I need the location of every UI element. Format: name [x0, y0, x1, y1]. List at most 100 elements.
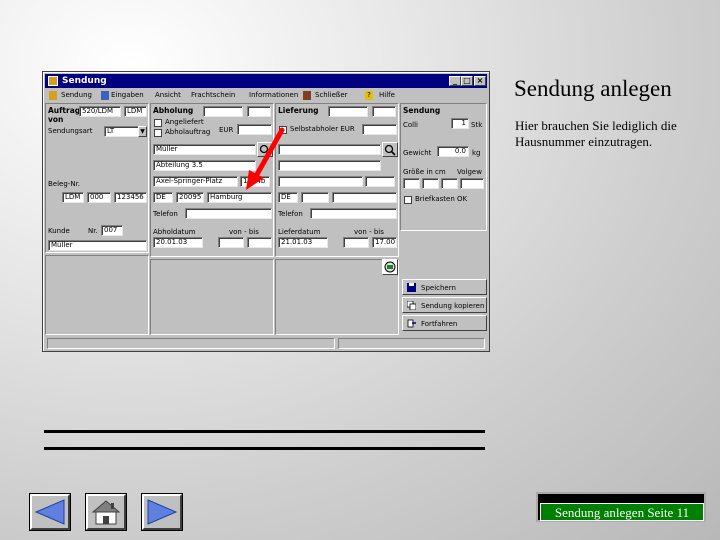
copy-icon [407, 301, 416, 310]
beleg-mid-field[interactable]: 000 [87, 192, 111, 203]
auftrag-panel: Auftrag von 520/LDM LDM Sendungsart LT ▼… [45, 103, 149, 253]
lieferung-eur-field[interactable] [362, 124, 397, 135]
sendung-kopieren-button[interactable]: Sendung kopieren [402, 297, 487, 313]
window-titlebar[interactable]: Sendung _ □ × [45, 74, 487, 88]
abholung-telefon-label: Telefon [153, 210, 178, 218]
lieferung-telefon-label: Telefon [278, 210, 303, 218]
lieferung-house-number-field[interactable] [365, 176, 395, 187]
lieferung-name-field[interactable] [278, 144, 381, 155]
home-icon [91, 500, 121, 525]
minimize-button[interactable]: _ [449, 76, 461, 86]
maximize-button[interactable]: □ [461, 76, 473, 86]
sendung-label: Sendung [403, 106, 441, 115]
separator-line [44, 430, 485, 433]
back-button[interactable] [29, 493, 71, 531]
lieferung-street-field[interactable] [278, 176, 363, 187]
slide-title: Sendung anlegen [514, 76, 672, 101]
colli-field[interactable]: 1 [451, 118, 469, 129]
print-button[interactable] [382, 259, 398, 275]
lieferung-search-button[interactable] [382, 142, 398, 157]
lieferung-telefon-field[interactable] [310, 208, 397, 219]
gewicht-field[interactable]: 0.0 [437, 146, 469, 157]
briefkasten-label: Briefkasten OK [415, 195, 468, 203]
angeliefert-label: Angeliefert [165, 118, 204, 126]
abholung-street-field[interactable]: Axel-Springer-Platz [153, 176, 238, 187]
sendungsart-select[interactable]: LT [104, 126, 139, 137]
abholung-von-bis-label: von - bis [229, 228, 259, 236]
kunde-nr-field[interactable]: 007 [101, 225, 123, 236]
abholauftrag-checkbox[interactable] [154, 129, 162, 137]
menu-schliesser[interactable]: Schließer [315, 89, 348, 102]
sendung-panel: Sendung Colli 1 Stk Gewicht 0.0 kg Größe… [400, 103, 487, 231]
arrow-right-icon [147, 499, 178, 525]
fortfahren-button[interactable]: Fortfahren [402, 315, 487, 331]
auftrag-code-field[interactable]: LDM [124, 106, 147, 117]
lieferung-von-field[interactable] [343, 237, 369, 248]
lieferung-label: Lieferung [278, 106, 319, 115]
menu-informationen[interactable]: Informationen [249, 89, 298, 102]
magnifier-icon [384, 144, 396, 156]
gewicht-label: Gewicht [403, 149, 432, 157]
groesse-b-field[interactable] [422, 178, 439, 189]
lieferung-plz-field[interactable] [301, 192, 329, 203]
lieferung-city-field[interactable] [332, 192, 397, 203]
sendung-menu-icon [49, 91, 57, 100]
beleg-number-field[interactable]: 123456 [114, 192, 147, 203]
menu-eingaben[interactable]: Eingaben [111, 89, 144, 102]
help-icon: ? [365, 91, 373, 100]
abholung-country-field[interactable]: DE [153, 192, 173, 203]
abholdatum-label: Abholdatum [153, 228, 196, 236]
speichern-button[interactable]: Speichern [402, 279, 487, 295]
kunde-label: Kunde [48, 227, 70, 235]
lieferung-bis-field[interactable]: 17.00 [372, 237, 397, 248]
menu-sendung[interactable]: Sendung [61, 89, 92, 102]
groesse-l-field[interactable] [403, 178, 420, 189]
groesse-h-field[interactable] [441, 178, 458, 189]
abholdatum-field[interactable]: 20.01.03 [153, 237, 203, 248]
page-indicator: Sendung anlegen Seite 11 [536, 492, 706, 522]
lieferdatum-label: Lieferdatum [278, 228, 321, 236]
abholung-code-field[interactable] [203, 106, 243, 117]
printer-icon [384, 261, 396, 273]
home-button[interactable] [85, 493, 127, 531]
colli-label: Colli [403, 121, 419, 129]
window-title: Sendung [62, 76, 107, 86]
eingaben-menu-icon [101, 91, 109, 100]
abholung-plz-field[interactable]: 20095 [176, 192, 204, 203]
sendungsart-dropdown-icon[interactable]: ▼ [138, 126, 147, 137]
lieferdatum-field[interactable]: 21.01.03 [278, 237, 328, 248]
menu-frachtschein[interactable]: Frachtschein [191, 89, 235, 102]
status-bar [45, 336, 487, 350]
beleg-prefix-field[interactable]: LDM [62, 192, 84, 203]
auftrag-label: Auftrag [48, 106, 81, 115]
abholung-bis-field[interactable] [247, 237, 272, 248]
kunde-name-field[interactable]: Müller [48, 240, 147, 251]
close-button[interactable]: × [474, 76, 486, 86]
angeliefert-checkbox[interactable] [154, 119, 162, 127]
sendung-kopieren-label: Sendung kopieren [421, 302, 485, 310]
menu-bar: Sendung Eingaben Ansicht Frachtschein In… [45, 89, 487, 102]
abholauftrag-label: Abholauftrag [165, 128, 211, 136]
abholung-extra-field[interactable] [247, 106, 271, 117]
volgew-field[interactable] [460, 178, 484, 189]
lieferung-code-field[interactable] [328, 106, 368, 117]
schliesser-menu-icon [303, 91, 311, 100]
auftrag-lower-panel [45, 255, 149, 335]
lieferung-abteilung-field[interactable] [278, 160, 381, 171]
nr-label: Nr. [88, 227, 98, 235]
abholung-telefon-field[interactable] [185, 208, 272, 219]
separator-line [44, 447, 485, 450]
briefkasten-checkbox[interactable] [404, 196, 412, 204]
auftrag-field[interactable]: 520/LDM [79, 106, 121, 117]
groesse-label: Größe in cm [403, 168, 446, 176]
lieferung-extra-field[interactable] [372, 106, 396, 117]
save-disk-icon [407, 283, 416, 292]
menu-hilfe[interactable]: Hilfe [379, 89, 395, 102]
slide-description: Hier brauchen Sie lediglich die Hausnumm… [515, 118, 677, 149]
menu-ansicht[interactable]: Ansicht [155, 89, 181, 102]
pointer-arrow [246, 127, 285, 190]
abholung-von-field[interactable] [218, 237, 244, 248]
forward-button[interactable] [141, 493, 183, 531]
lieferung-von-bis-label: von - bis [354, 228, 384, 236]
von-label: von [48, 115, 64, 124]
